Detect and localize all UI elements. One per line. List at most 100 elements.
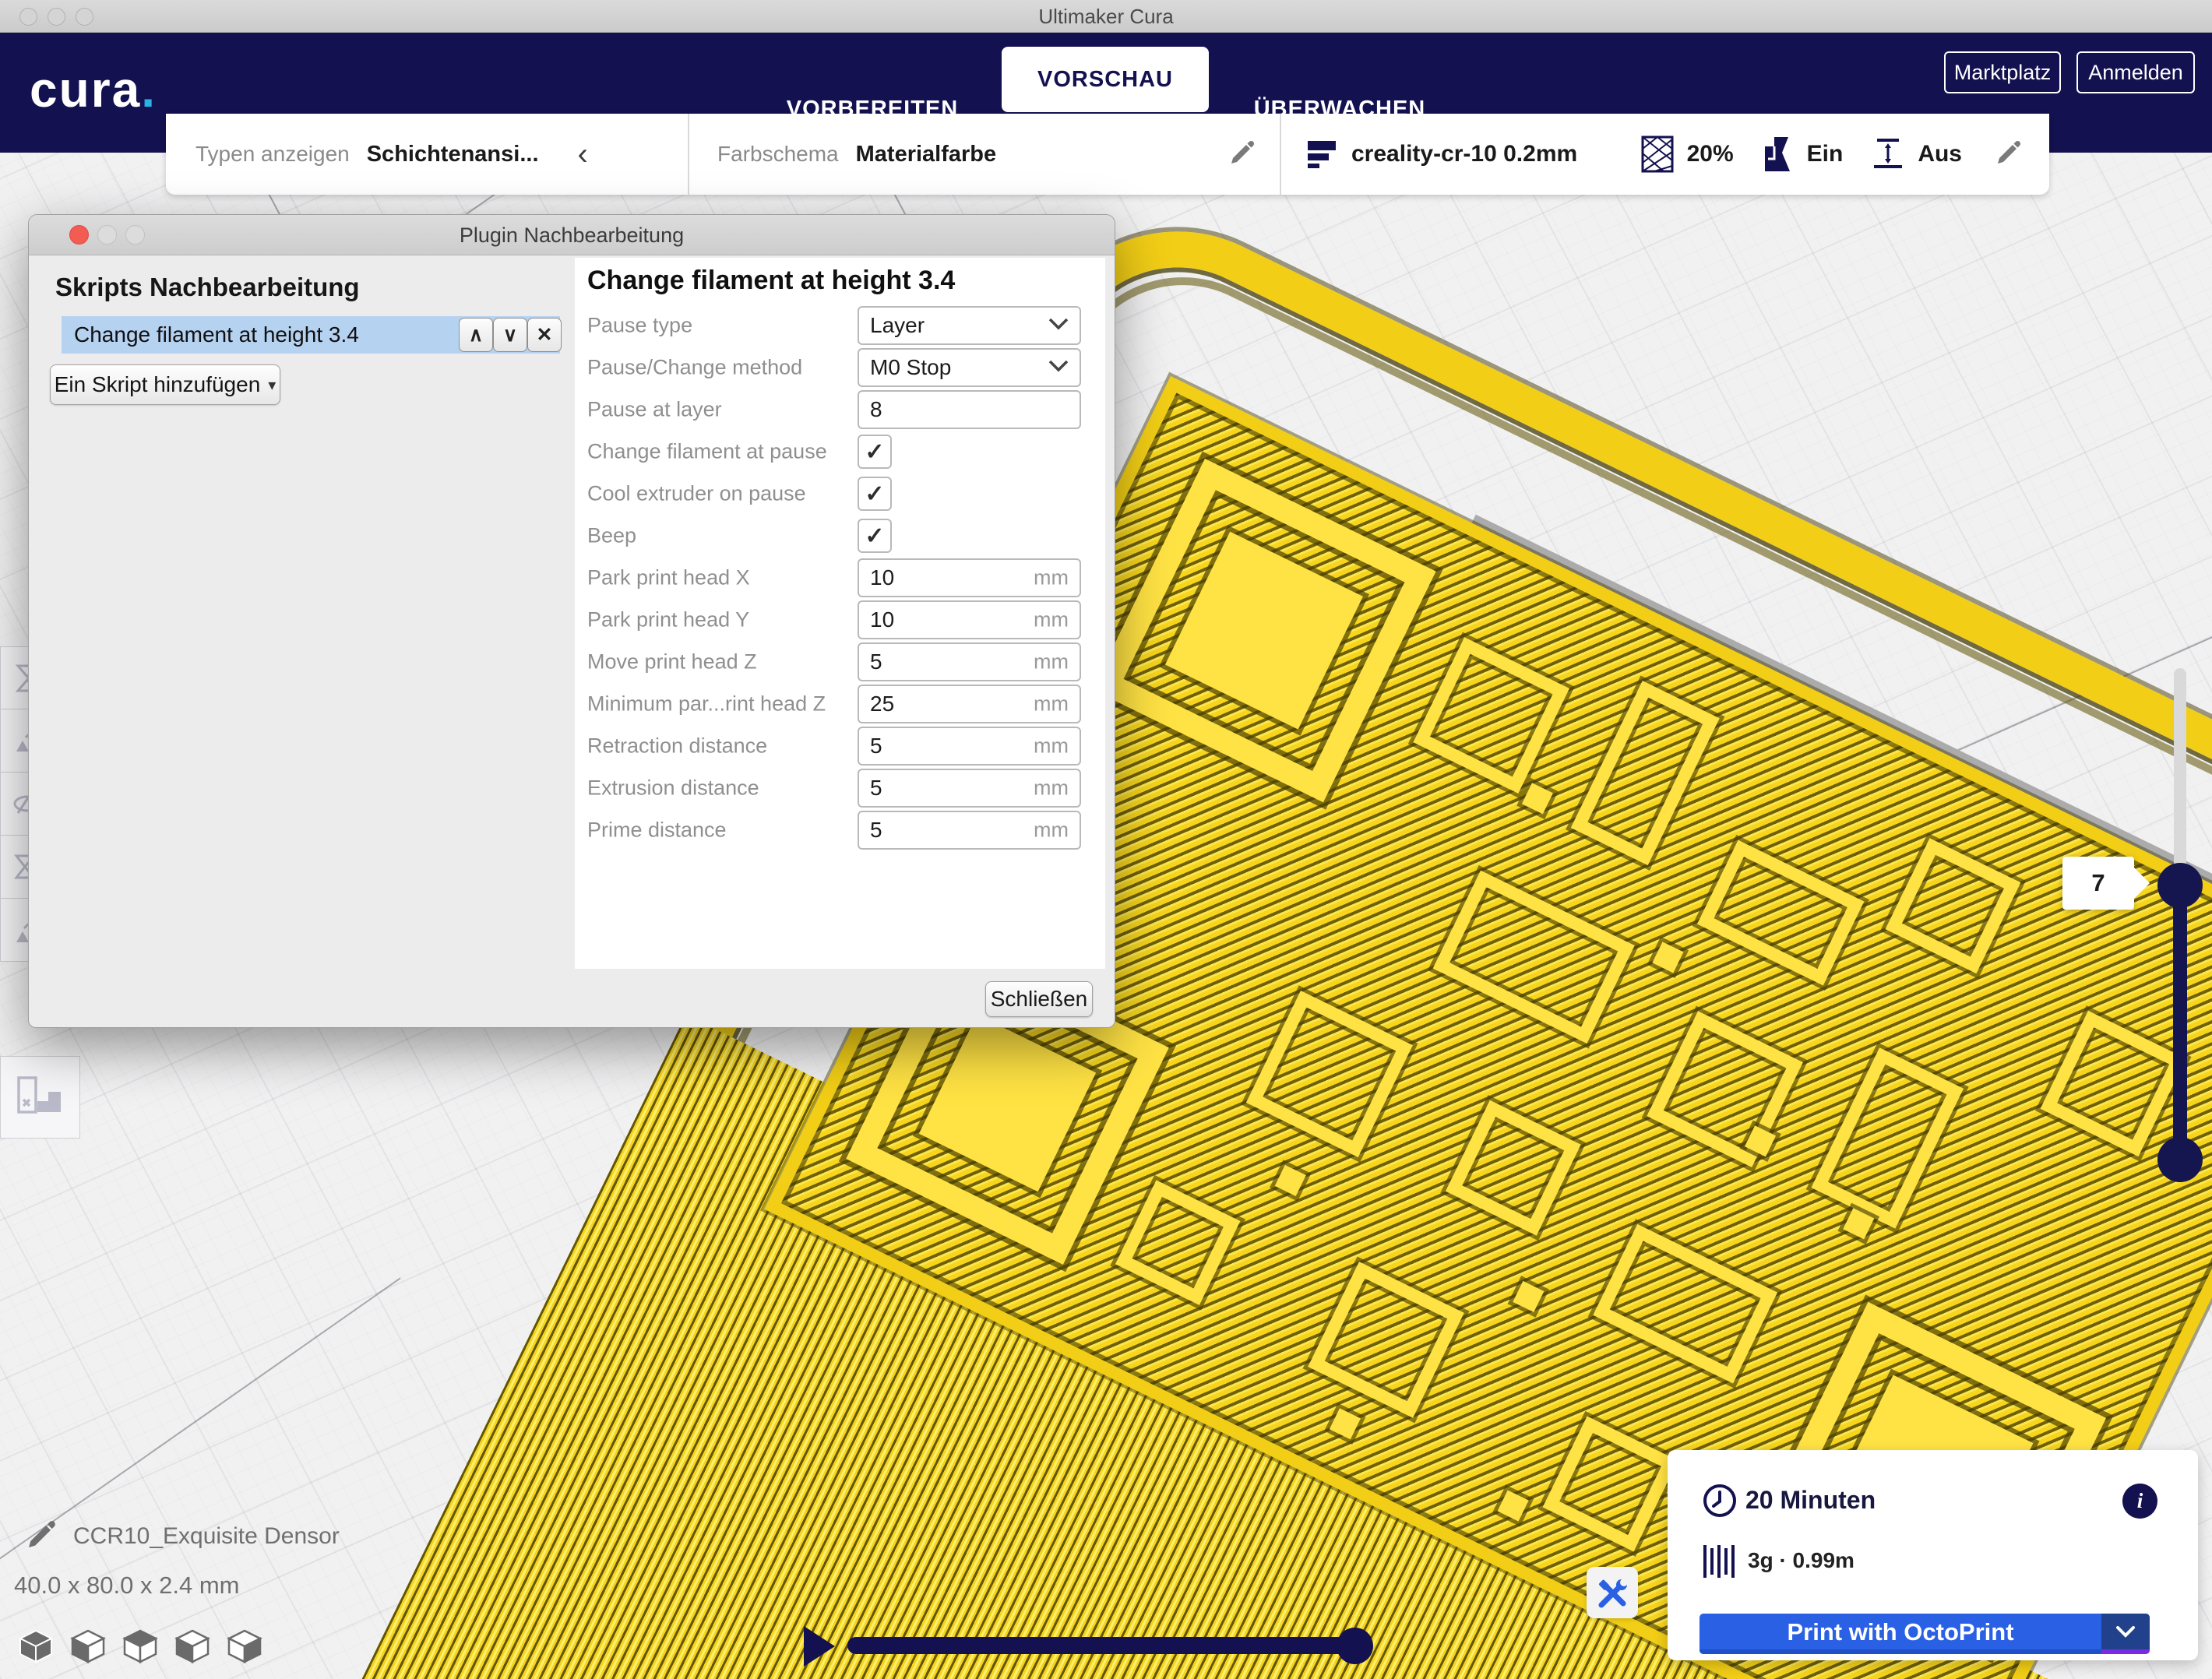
settings-heading: Change filament at height 3.4 <box>587 266 955 296</box>
view-front-icon[interactable] <box>69 1628 107 1665</box>
infill-value: 20% <box>1687 141 1734 167</box>
move-z-input[interactable]: 5 mm <box>858 642 1081 681</box>
park-y-input[interactable]: 10 mm <box>858 600 1081 639</box>
simulation-timeline[interactable] <box>847 1637 1365 1654</box>
toolpath-decor <box>1513 1281 1544 1312</box>
unit-label: mm <box>1034 566 1069 590</box>
field-row: Pause at layer 8 <box>587 389 1094 431</box>
add-script-dropdown[interactable]: Ein Skript hinzufügen ▾ <box>50 364 280 405</box>
field-row: Minimum par...rint head Z 25 mm <box>587 683 1094 725</box>
change-filament-checkbox[interactable]: ✓ <box>858 435 892 469</box>
print-summary-card: 20 Minuten 3g · 0.99m Print with OctoPri… <box>1668 1450 2198 1660</box>
print-button-edge <box>1700 1649 2101 1654</box>
move-script-up-button[interactable]: ∧ <box>459 318 493 352</box>
unit-label: mm <box>1034 692 1069 716</box>
layer-slider-range[interactable] <box>2173 880 2187 1167</box>
extrusion-distance-input[interactable]: 5 mm <box>858 769 1081 808</box>
toolpath-decor <box>1246 991 1413 1157</box>
logo-dot: . <box>141 62 157 118</box>
dialog-minimize-icon[interactable] <box>97 225 117 245</box>
toolpath-decor <box>1446 1100 1581 1236</box>
toolpath-decor <box>2041 1011 2186 1156</box>
tab-preview[interactable]: VORSCHAU <box>1002 47 1209 112</box>
field-row: Pause/Change method M0 Stop <box>587 347 1094 389</box>
view-left-icon[interactable] <box>174 1628 211 1665</box>
layer-slider-lower-handle[interactable] <box>2157 1137 2203 1182</box>
pause-method-select[interactable]: M0 Stop <box>858 348 1081 387</box>
tool-support-blocker-button[interactable] <box>0 1056 80 1139</box>
edit-pencil-icon[interactable] <box>1993 140 2021 168</box>
clock-icon <box>1702 1483 1738 1519</box>
pause-type-select[interactable]: Layer <box>858 306 1081 345</box>
printer-profile: creality-cr-10 0.2mm <box>1351 141 1577 167</box>
field-row: Extrusion distance 5 mm <box>587 767 1094 809</box>
marketplace-button[interactable]: Marktplatz <box>1944 51 2061 93</box>
toolpath-decor <box>1647 1011 1803 1167</box>
field-row: Move print head Z 5 mm <box>587 641 1094 683</box>
field-label: Minimum par...rint head Z <box>587 692 826 716</box>
adhesion-icon <box>1871 136 1905 173</box>
layer-slider-upper-handle[interactable] <box>2157 863 2203 908</box>
rename-pencil-icon[interactable] <box>23 1520 56 1553</box>
field-label: Beep <box>587 524 636 548</box>
cura-logo: cura. <box>30 61 157 118</box>
adhesion-value: Aus <box>1918 141 1962 167</box>
retraction-distance-input[interactable]: 5 mm <box>858 727 1081 766</box>
dialog-close-icon[interactable] <box>69 225 89 245</box>
cool-extruder-checkbox[interactable]: ✓ <box>858 477 892 511</box>
print-button[interactable]: Print with OctoPrint <box>1700 1614 2150 1654</box>
color-scheme-selector[interactable]: Farbschema Materialfarbe <box>689 114 1280 195</box>
sign-in-button[interactable]: Anmelden <box>2076 51 2195 93</box>
close-dialog-button[interactable]: Schließen <box>985 981 1093 1017</box>
field-label: Move print head Z <box>587 650 757 674</box>
simulation-play-button[interactable] <box>804 1626 835 1667</box>
layer-number-flag: 7 <box>2062 857 2134 910</box>
script-settings-panel: Change filament at height 3.4 Pause type… <box>575 258 1105 969</box>
field-row: Park print head X 10 mm <box>587 557 1094 599</box>
view-type-selector[interactable]: Typen anzeigen Schichtenansi... ‹ <box>166 114 688 195</box>
simulation-timeline-handle[interactable] <box>1337 1628 1373 1664</box>
view-type-value: Schichtenansi... <box>367 142 539 167</box>
scripts-heading: Skripts Nachbearbeitung <box>55 273 360 302</box>
view-top-icon[interactable] <box>122 1628 159 1665</box>
toolpath-decor <box>1593 1224 1777 1384</box>
material-usage: 3g · 0.99m <box>1748 1548 1854 1573</box>
infill-icon <box>1640 135 1675 174</box>
support-blocker-icon <box>14 1073 67 1121</box>
remove-script-button[interactable]: ✕ <box>527 318 562 352</box>
hammer-wrench-icon <box>1595 1575 1629 1610</box>
view-3d-icon[interactable] <box>17 1628 55 1665</box>
field-label: Prime distance <box>587 818 727 843</box>
monitor-tools-button[interactable] <box>1587 1567 1638 1618</box>
field-label: Park print head X <box>587 566 750 590</box>
toolpath-decor <box>1115 1180 1240 1304</box>
info-icon[interactable]: i <box>2122 1484 2157 1519</box>
toolpath-decor <box>1308 1262 1464 1418</box>
park-x-input[interactable]: 10 mm <box>858 558 1081 597</box>
preview-stage-bar: Typen anzeigen Schichtenansi... ‹ Farbsc… <box>166 114 2049 195</box>
toolpath-decor <box>1652 942 1683 973</box>
minimum-park-z-input[interactable]: 25 mm <box>858 685 1081 723</box>
layer-slider-track[interactable] <box>2174 668 2186 896</box>
toolpath-decor <box>1571 681 1720 865</box>
prime-distance-input[interactable]: 5 mm <box>858 811 1081 850</box>
unit-label: mm <box>1034 818 1069 843</box>
dialog-maximize-icon[interactable] <box>125 225 145 245</box>
view-right-icon[interactable] <box>226 1628 263 1665</box>
edit-pencil-icon[interactable] <box>1227 140 1255 168</box>
print-settings-summary[interactable]: creality-cr-10 0.2mm 20% Ein Aus <box>1281 114 2049 195</box>
field-row: Park print head Y 10 mm <box>587 599 1094 641</box>
move-script-down-button[interactable]: ∨ <box>493 318 527 352</box>
field-row: Beep ✓ <box>587 515 1094 557</box>
print-button-dropdown[interactable] <box>2101 1614 2150 1649</box>
pause-at-layer-input[interactable]: 8 <box>858 390 1081 429</box>
field-label: Change filament at pause <box>587 440 827 464</box>
field-label: Pause type <box>587 314 692 338</box>
toolpath-decor <box>1543 1417 1678 1552</box>
field-row: Pause type Layer <box>587 304 1094 347</box>
print-button-label: Print with OctoPrint <box>1700 1614 2101 1649</box>
settings-fields: Pause type Layer Pause/Change method M0 … <box>587 304 1094 851</box>
beep-checkbox[interactable]: ✓ <box>858 519 892 553</box>
dialog-titlebar[interactable]: Plugin Nachbearbeitung <box>29 215 1115 255</box>
field-label: Park print head Y <box>587 608 749 632</box>
